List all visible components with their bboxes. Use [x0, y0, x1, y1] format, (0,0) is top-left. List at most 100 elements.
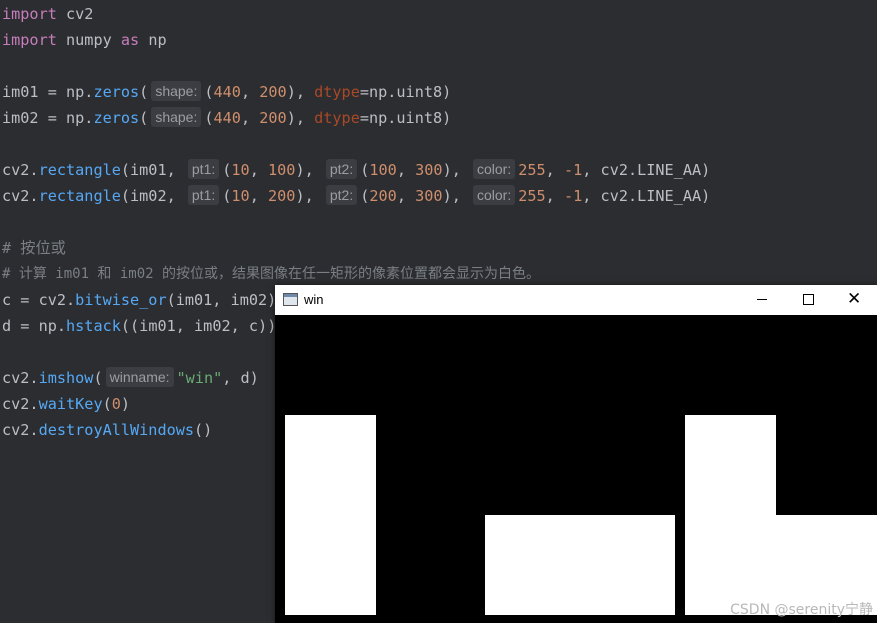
- code-text: d = np.: [2, 317, 67, 335]
- function-name: zeros: [93, 83, 140, 101]
- code-text: ((im01, im02, c)): [120, 317, 277, 335]
- number: 440: [213, 109, 241, 127]
- function-name: imshow: [38, 369, 94, 387]
- code-text: ),: [442, 161, 470, 179]
- number: 300: [415, 161, 443, 179]
- function-name: destroyAllWindows: [38, 421, 195, 439]
- code-text: , cv2.LINE_AA): [582, 187, 711, 205]
- number: 300: [415, 187, 443, 205]
- code-line-5: im02 = np.zeros(shape: (440, 200), dtype=…: [2, 105, 451, 131]
- code-text: (: [139, 109, 149, 127]
- maximize-button[interactable]: [785, 285, 831, 315]
- code-line-17: cv2.destroyAllWindows(): [2, 417, 212, 443]
- function-name: rectangle: [38, 187, 121, 205]
- number: 200: [259, 109, 287, 127]
- code-text: ),: [295, 161, 323, 179]
- image-canvas: CSDN @serenity宁静: [275, 315, 877, 623]
- number: -1: [563, 161, 583, 179]
- code-text: (: [93, 369, 103, 387]
- alias: np: [139, 31, 167, 49]
- code-line-2: import numpy as np: [2, 27, 167, 53]
- number: 255: [518, 161, 546, 179]
- number: 10: [231, 187, 250, 205]
- code-text: ,: [545, 187, 564, 205]
- code-line-1: import cv2: [2, 1, 93, 27]
- string-literal: "win": [176, 369, 223, 387]
- function-name: waitKey: [38, 395, 103, 413]
- minimize-icon: [757, 299, 767, 300]
- code-text: (: [139, 83, 149, 101]
- minimize-button[interactable]: [739, 285, 785, 315]
- maximize-icon: [803, 294, 814, 305]
- comment-line: # 计算 im01 和 im02 的按位或，结果图像在任一矩形的像素位置都会显示…: [2, 266, 541, 282]
- code-line-8: cv2.rectangle(im02, pt1: (10, 200), pt2:(…: [2, 183, 710, 209]
- code-line-7: cv2.rectangle(im01, pt1: (10, 100), pt2:(…: [2, 157, 710, 183]
- code-text: cv2.: [2, 369, 39, 387]
- code-text: ,: [249, 161, 268, 179]
- param-hint: pt1:: [187, 185, 220, 205]
- keyword: as: [120, 31, 140, 49]
- code-text: ,: [249, 187, 268, 205]
- keyword: import: [2, 31, 57, 49]
- number: 200: [259, 83, 287, 101]
- code-text: cv2.: [2, 187, 39, 205]
- code-text: im01 = np.: [2, 83, 94, 101]
- number: 100: [369, 161, 397, 179]
- code-text: (: [102, 395, 112, 413]
- close-button[interactable]: ✕: [831, 285, 877, 315]
- number: 100: [268, 161, 296, 179]
- code-text: ),: [442, 187, 470, 205]
- param-hint: winname:: [105, 367, 174, 387]
- code-text: (im01,: [120, 161, 185, 179]
- code-line-12: c = cv2.bitwise_or(im01, im02): [2, 287, 276, 313]
- param-hint: pt1:: [187, 159, 220, 179]
- code-line-16: cv2.waitKey(0): [2, 391, 130, 417]
- watermark: CSDN @serenity宁静: [730, 602, 873, 618]
- kwarg: dtype: [314, 83, 360, 101]
- code-text: , d): [222, 369, 259, 387]
- number: 10: [231, 161, 250, 179]
- number: 0: [111, 395, 121, 413]
- code-text: ): [120, 395, 131, 413]
- param-hint: color:: [473, 185, 516, 205]
- code-text: ),: [295, 187, 323, 205]
- window-title: win: [304, 292, 324, 307]
- close-icon: ✕: [847, 289, 862, 309]
- number: -1: [563, 187, 583, 205]
- code-text: ,: [396, 161, 416, 179]
- code-text: (: [204, 83, 214, 101]
- function-name: bitwise_or: [75, 291, 167, 309]
- code-text: (im02,: [120, 187, 185, 205]
- white-rectangle: [485, 515, 675, 615]
- kwarg: dtype: [314, 109, 360, 127]
- module-name: cv2: [56, 5, 94, 23]
- code-text: cv2.: [2, 421, 39, 439]
- code-text: =np.uint8): [359, 109, 452, 127]
- code-text: , cv2.LINE_AA): [582, 161, 711, 179]
- function-name: zeros: [93, 109, 140, 127]
- code-text: ),: [286, 83, 315, 101]
- opencv-window[interactable]: win ✕ CSDN @serenity宁静: [275, 285, 877, 623]
- code-line-13: d = np.hstack((im01, im02, c)): [2, 313, 276, 339]
- number: 200: [369, 187, 397, 205]
- code-text: ),: [286, 109, 315, 127]
- white-rectangle: [285, 415, 376, 615]
- code-text: ,: [396, 187, 416, 205]
- code-text: (: [204, 109, 214, 127]
- param-hint: color:: [473, 159, 516, 179]
- code-line-4: im01 = np.zeros(shape: (440, 200), dtype=…: [2, 79, 451, 105]
- code-text: ,: [545, 161, 564, 179]
- param-hint: pt2:: [325, 159, 358, 179]
- number: 200: [268, 187, 296, 205]
- code-text: c = cv2.: [2, 291, 76, 309]
- code-text: cv2.: [2, 161, 39, 179]
- code-text: cv2.: [2, 395, 39, 413]
- function-name: rectangle: [38, 161, 121, 179]
- code-text: im02 = np.: [2, 109, 94, 127]
- function-name: hstack: [66, 317, 121, 335]
- window-titlebar[interactable]: win ✕: [275, 285, 877, 315]
- code-text: ,: [240, 109, 260, 127]
- code-text: =np.uint8): [359, 83, 452, 101]
- code-line-15: cv2.imshow(winname: "win", d): [2, 365, 259, 391]
- code-text: (im01, im02): [166, 291, 277, 309]
